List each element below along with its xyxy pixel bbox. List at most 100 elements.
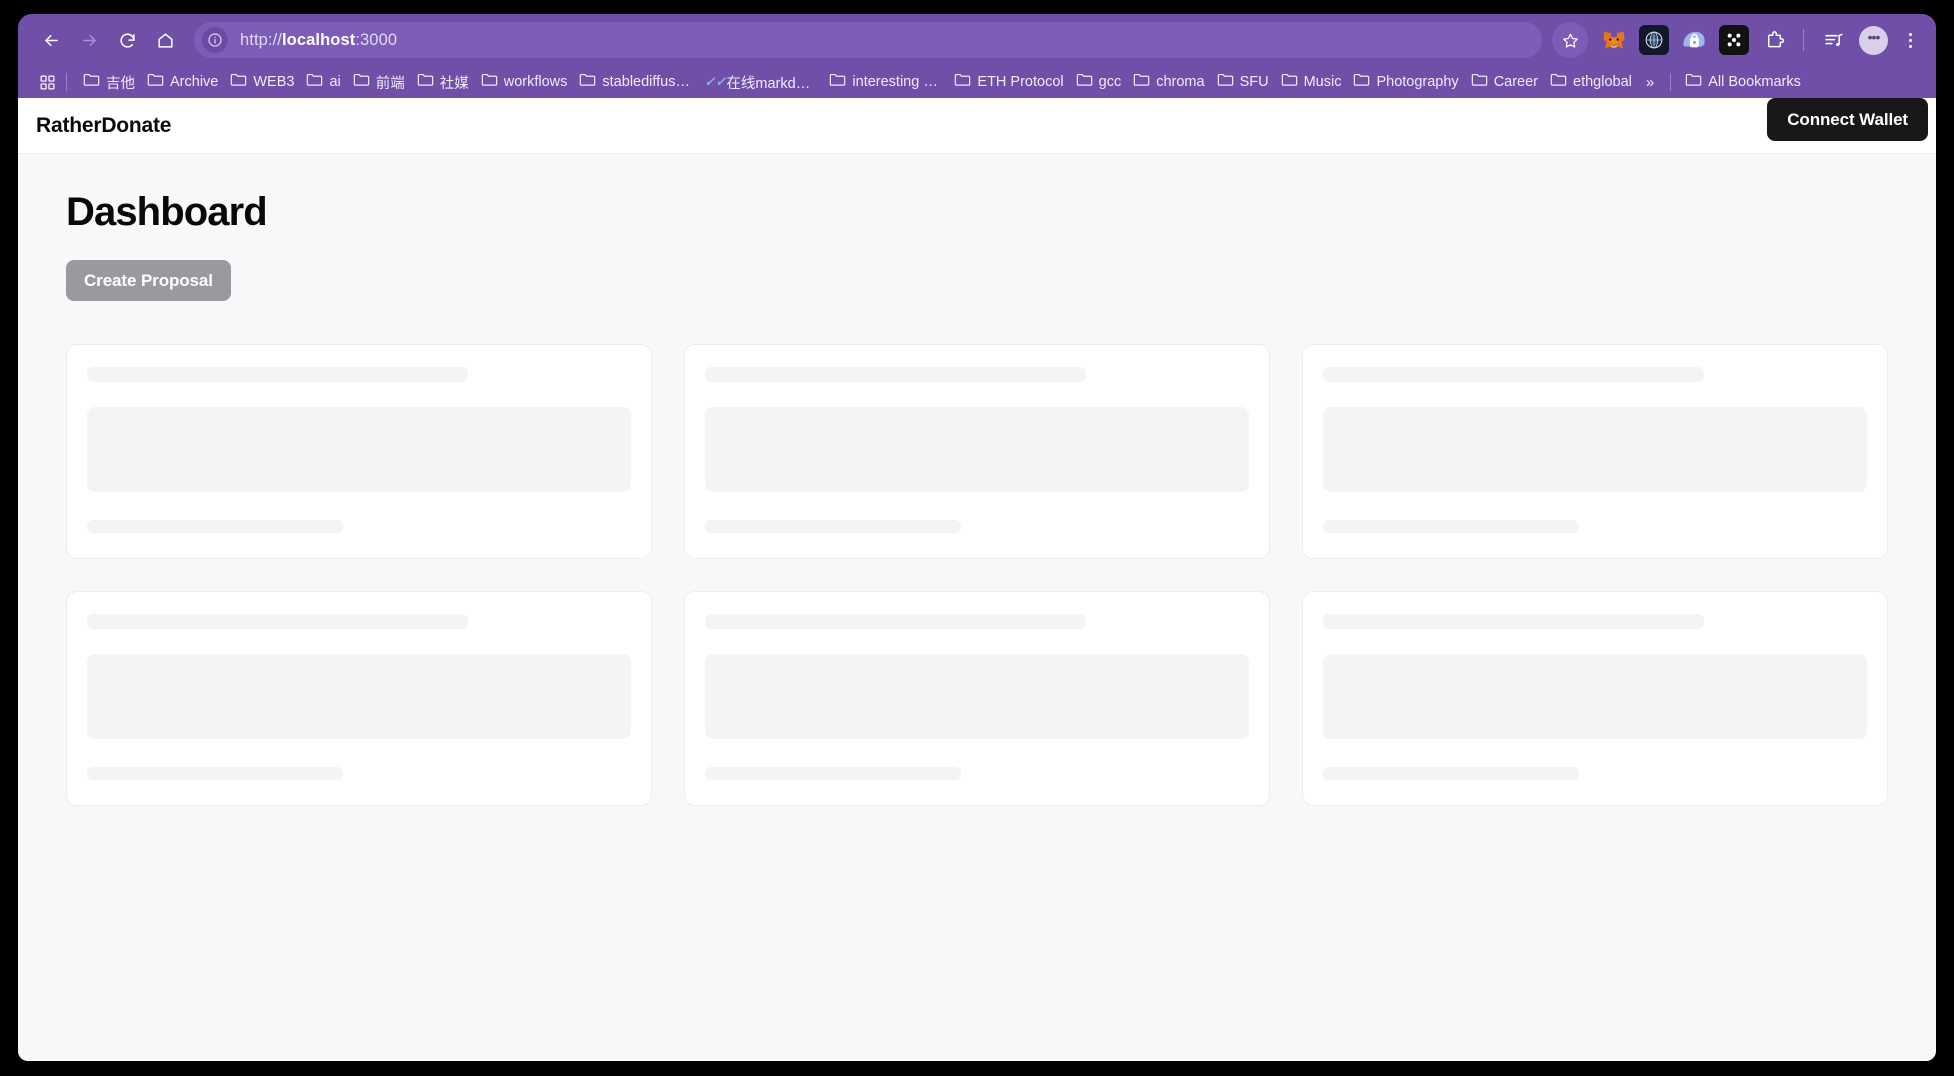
- bookmark-item[interactable]: workflows: [475, 69, 574, 95]
- skeleton-placeholder-bar: [87, 367, 468, 382]
- skeleton-placeholder-bar: [705, 407, 1249, 492]
- reading-list-icon[interactable]: [1818, 25, 1848, 55]
- bookmarks-bar: 吉他 Archive WEB3 ai 前端 社媒 workflows stablediffus…: [18, 66, 1936, 98]
- bookmarks-divider: [66, 73, 67, 91]
- skeleton-placeholder-bar: [1323, 654, 1867, 739]
- avatar-dots: •••: [1867, 29, 1881, 45]
- bookmark-item[interactable]: stablediffusion: [573, 69, 698, 95]
- proposal-skeleton-card-4: [66, 591, 652, 806]
- bookmark-label: interesting websit...: [852, 74, 942, 90]
- skeleton-placeholder-bar: [705, 767, 961, 780]
- folder-icon: [1353, 72, 1370, 92]
- skeleton-placeholder-bar: [87, 654, 631, 739]
- proposal-skeleton-card-1: [66, 344, 652, 559]
- markdown-icon: ✓✓: [704, 74, 727, 89]
- bookmark-label: chroma: [1156, 74, 1205, 90]
- bookmark-item[interactable]: Career: [1465, 69, 1544, 95]
- skeleton-placeholder-bar: [705, 367, 1086, 382]
- bookmarks-overflow-button[interactable]: »: [1638, 74, 1662, 91]
- bookmark-item[interactable]: Archive: [141, 69, 224, 95]
- bookmark-item[interactable]: Music: [1275, 69, 1348, 95]
- bookmark-label: Photography: [1376, 74, 1459, 90]
- bookmark-item[interactable]: ethglobal: [1544, 69, 1638, 95]
- proposal-skeleton-card-3: [1302, 344, 1888, 559]
- bookmark-item[interactable]: ai: [300, 69, 346, 95]
- url-host: localhost: [281, 30, 356, 49]
- folder-icon: [1281, 72, 1298, 92]
- app-header: RatherDonate Connect Wallet: [18, 98, 1936, 154]
- folder-icon: [353, 72, 370, 92]
- folder-icon: [481, 72, 498, 92]
- forward-button: [70, 21, 108, 59]
- skeleton-placeholder-bar: [87, 407, 631, 492]
- bookmark-item[interactable]: Photography: [1347, 69, 1464, 95]
- dashboard-main: Dashboard Create Proposal: [18, 154, 1936, 806]
- back-button[interactable]: [32, 21, 70, 59]
- skeleton-placeholder-bar: [1323, 614, 1704, 629]
- folder-icon: [417, 72, 434, 92]
- skeleton-placeholder-bar: [705, 614, 1086, 629]
- bookmark-item[interactable]: interesting websit...: [823, 69, 948, 95]
- bookmark-item[interactable]: 前端: [347, 69, 411, 96]
- proposal-skeleton-card-5: [684, 591, 1270, 806]
- skeleton-placeholder-bar: [87, 614, 468, 629]
- three-dot-menu-icon[interactable]: [1894, 22, 1926, 58]
- bookmark-star-icon[interactable]: [1552, 22, 1588, 58]
- bookmark-item[interactable]: WEB3: [224, 69, 300, 95]
- phantom-wallet-extension-icon[interactable]: [1679, 25, 1709, 55]
- bookmark-item[interactable]: 吉他: [77, 69, 141, 96]
- create-proposal-button[interactable]: Create Proposal: [66, 260, 231, 301]
- app-brand-logo[interactable]: RatherDonate: [36, 114, 171, 138]
- page-viewport: RatherDonate Connect Wallet Dashboard Cr…: [18, 98, 1936, 1061]
- skeleton-placeholder-bar: [1323, 407, 1867, 492]
- skeleton-placeholder-bar: [1323, 367, 1704, 382]
- folder-icon: [1217, 72, 1234, 92]
- all-bookmarks-button[interactable]: All Bookmarks: [1679, 69, 1807, 95]
- apps-grid-icon[interactable]: [36, 71, 58, 93]
- folder-icon: [579, 72, 596, 92]
- folder-icon: [306, 72, 323, 92]
- bookmark-label: Music: [1303, 74, 1342, 90]
- keplr-wallet-extension-icon[interactable]: [1719, 25, 1749, 55]
- bookmark-item[interactable]: ETH Protocol: [948, 69, 1069, 95]
- folder-icon: [954, 72, 971, 92]
- bookmark-item[interactable]: gcc: [1070, 69, 1128, 95]
- page-title: Dashboard: [66, 190, 268, 234]
- skeleton-placeholder-bar: [705, 654, 1249, 739]
- browser-toolbar: http://localhost:3000 •••: [18, 14, 1936, 66]
- bookmark-label: SFU: [1239, 74, 1269, 90]
- skeleton-placeholder-bar: [87, 520, 343, 533]
- bookmark-item[interactable]: ✓✓在线markdown编...: [698, 69, 823, 96]
- folder-icon: [147, 72, 164, 92]
- skeleton-placeholder-bar: [87, 767, 343, 780]
- bookmark-item[interactable]: chroma: [1127, 69, 1210, 95]
- bookmark-label: workflows: [503, 74, 568, 90]
- bookmark-item[interactable]: SFU: [1211, 69, 1275, 95]
- bookmark-item[interactable]: 社媒: [411, 69, 475, 96]
- bookmark-label: 在线markdown编...: [726, 75, 817, 92]
- url-prefix: http://: [240, 30, 282, 49]
- url-suffix: :3000: [355, 30, 398, 49]
- metamask-extension-icon[interactable]: [1599, 25, 1629, 55]
- folder-icon: [1471, 72, 1488, 92]
- bookmark-label: 社媒: [439, 75, 469, 92]
- proposal-skeleton-card-6: [1302, 591, 1888, 806]
- connect-wallet-button[interactable]: Connect Wallet: [1767, 98, 1928, 141]
- home-button[interactable]: [146, 21, 184, 59]
- folder-icon: [83, 72, 100, 92]
- proposal-card-grid: [66, 344, 1888, 806]
- folder-icon: [1076, 72, 1093, 92]
- browser-window: http://localhost:3000 ••• 吉他 Archive WEB…: [18, 14, 1936, 1061]
- folder-icon: [1685, 72, 1702, 92]
- toolbar-divider: [1803, 29, 1804, 51]
- rabby-wallet-extension-icon[interactable]: [1639, 25, 1669, 55]
- url-text[interactable]: http://localhost:3000: [240, 31, 397, 50]
- bookmark-label: Archive: [170, 74, 219, 90]
- extensions-puzzle-icon[interactable]: [1759, 25, 1789, 55]
- bookmark-label: stablediffusion: [602, 74, 693, 90]
- info-circle-icon[interactable]: [202, 27, 228, 53]
- reload-button[interactable]: [108, 21, 146, 59]
- bookmark-label: WEB3: [253, 74, 295, 90]
- profile-avatar[interactable]: •••: [1859, 25, 1888, 55]
- address-bar[interactable]: http://localhost:3000: [194, 22, 1542, 58]
